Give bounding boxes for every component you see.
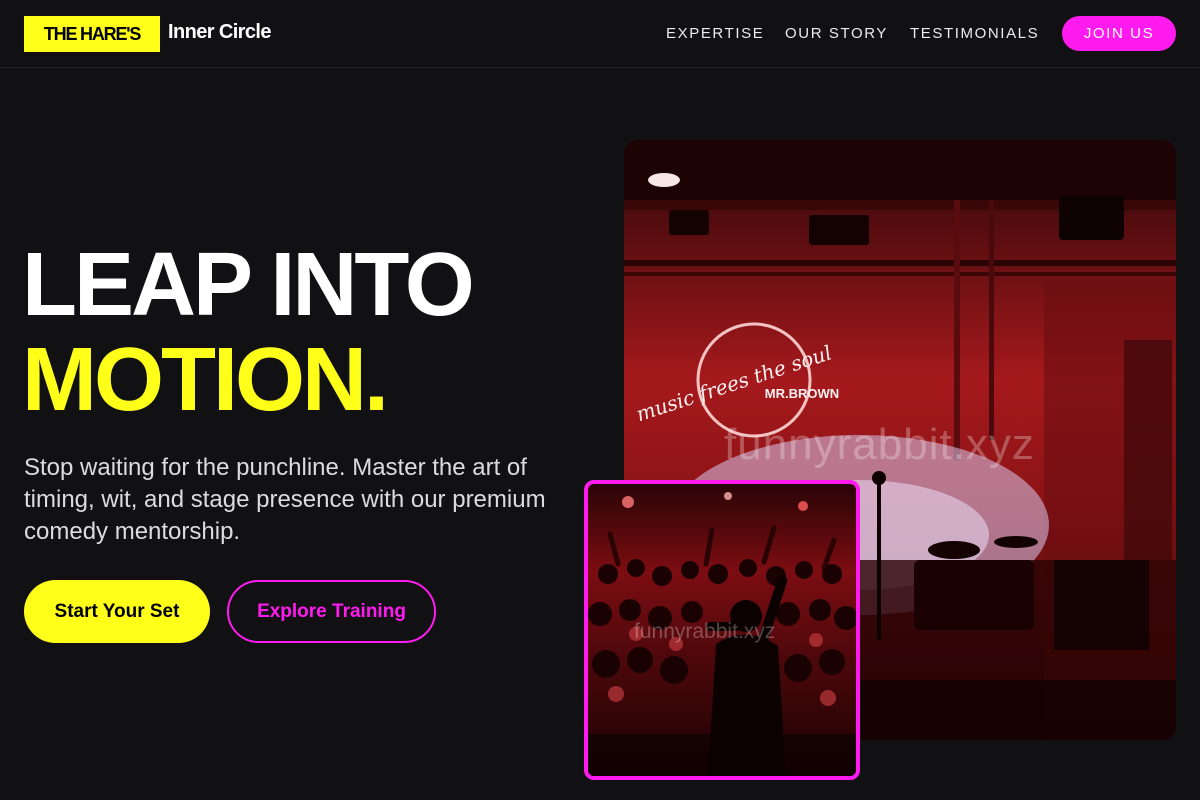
site-header: THE HARE'S Inner Circle EXPERTISE OUR ST…: [0, 0, 1200, 68]
nav-expertise[interactable]: EXPERTISE: [666, 25, 764, 42]
join-us-button[interactable]: JOIN US: [1062, 16, 1176, 51]
hero-title-line-1: LEAP INTO: [22, 235, 475, 335]
crowd-photo-watermark: funnyrabbit.xyz: [634, 620, 776, 643]
hero-description: Stop waiting for the punchline. Master t…: [24, 454, 546, 545]
nav-testimonials[interactable]: TESTIMONIALS: [910, 25, 1039, 42]
neon-sign-subtext: MR.BROWN: [765, 386, 839, 401]
venue-photo-watermark: funnyrabbit.xyz: [724, 420, 1035, 469]
nav-our-story[interactable]: OUR STORY: [785, 25, 888, 42]
start-your-set-button[interactable]: Start Your Set: [24, 580, 210, 643]
hero-title-line-2: MOTION.: [22, 330, 389, 430]
explore-training-button[interactable]: Explore Training: [227, 580, 436, 643]
brand-badge[interactable]: THE HARE'S: [24, 16, 160, 52]
neon-sign-text: music frees the soul: [633, 340, 834, 426]
brand-name[interactable]: Inner Circle: [168, 21, 271, 44]
